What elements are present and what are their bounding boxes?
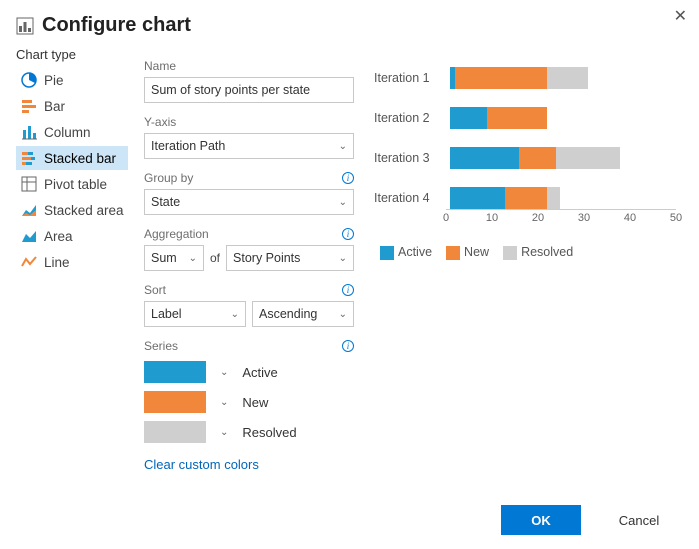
legend-swatch: [380, 246, 394, 260]
bar-category-label: Iteration 2: [374, 111, 440, 125]
chart-type-label: Pie: [44, 73, 64, 88]
series-label: Series i: [144, 339, 354, 353]
chevron-down-icon[interactable]: ⌄: [220, 427, 228, 438]
chevron-down-icon: ⌄: [339, 253, 347, 264]
chart-type-label: Stacked bar: [44, 151, 116, 166]
series-color-swatch[interactable]: [144, 361, 206, 383]
info-icon[interactable]: i: [342, 284, 354, 296]
chart-type-label: Area: [44, 229, 73, 244]
series-name: New: [242, 395, 268, 410]
chevron-down-icon: ⌄: [339, 309, 347, 320]
bar-track: [450, 147, 680, 169]
chart-preview: Iteration 1 Iteration 2 Iteration 3 Iterati…: [370, 47, 683, 472]
axis-tick: 20: [532, 212, 544, 224]
bar-row: Iteration 2: [374, 107, 683, 129]
chart-type-label: Pivot table: [44, 177, 107, 192]
chevron-down-icon: ⌄: [339, 141, 347, 152]
legend-swatch: [503, 246, 517, 260]
chart-type-stacked-bar[interactable]: Stacked bar: [16, 146, 128, 170]
clear-custom-colors-link[interactable]: Clear custom colors: [144, 457, 259, 472]
legend-item: Active: [380, 245, 432, 260]
bar-segment: [450, 147, 519, 169]
bar-category-label: Iteration 4: [374, 191, 440, 205]
cancel-button[interactable]: Cancel: [599, 505, 679, 535]
bar-segment: [547, 187, 561, 209]
close-icon[interactable]: ✕: [674, 6, 687, 26]
bar-row: Iteration 4: [374, 187, 683, 209]
info-icon[interactable]: i: [342, 340, 354, 352]
info-icon[interactable]: i: [342, 228, 354, 240]
chart-type-panel: Chart type Pie Bar Column Stacked bar Pivot …: [16, 47, 128, 472]
yaxis-select[interactable]: Iteration Path ⌄: [144, 133, 354, 159]
legend-item: New: [446, 245, 489, 260]
axis-tick: 10: [486, 212, 498, 224]
ok-button[interactable]: OK: [501, 505, 581, 535]
series-row: ⌄ Resolved: [144, 421, 354, 443]
bar-segment: [487, 107, 547, 129]
chart-header-icon: [16, 17, 34, 35]
bar-segment: [450, 107, 487, 129]
chart-type-pivot-table[interactable]: Pivot table: [16, 172, 128, 196]
axis-tick: 50: [670, 212, 682, 224]
config-form: Name Y-axis Iteration Path ⌄ Group by i …: [144, 47, 354, 472]
sort-field-select[interactable]: Label ⌄: [144, 301, 246, 327]
bar-segment: [455, 67, 547, 89]
series-row: ⌄ New: [144, 391, 354, 413]
name-label: Name: [144, 59, 354, 73]
bar-segment: [547, 67, 588, 89]
bar-segment: [450, 187, 505, 209]
chart-type-label: Bar: [44, 99, 65, 114]
aggregation-field-select[interactable]: Story Points ⌄: [226, 245, 354, 271]
chart-type-area[interactable]: Area: [16, 224, 128, 248]
yaxis-label: Y-axis: [144, 115, 354, 129]
chevron-down-icon[interactable]: ⌄: [220, 397, 228, 408]
bar-category-label: Iteration 3: [374, 151, 440, 165]
name-input[interactable]: [144, 77, 354, 103]
series-name: Resolved: [242, 425, 296, 440]
bar-row: Iteration 3: [374, 147, 683, 169]
bar-row: Iteration 1: [374, 67, 683, 89]
chart-type-stacked-area[interactable]: Stacked area: [16, 198, 128, 222]
bar-category-label: Iteration 1: [374, 71, 440, 85]
sort-label: Sort i: [144, 283, 354, 297]
group-by-label: Group by i: [144, 171, 354, 185]
chart-type-bar[interactable]: Bar: [16, 94, 128, 118]
chart-type-label: Stacked area: [44, 203, 124, 218]
dialog-header: Configure chart: [0, 0, 699, 47]
series-color-swatch[interactable]: [144, 421, 206, 443]
chart-type-label: Line: [44, 255, 70, 270]
aggregation-func-select[interactable]: Sum ⌄: [144, 245, 204, 271]
chevron-down-icon: ⌄: [231, 309, 239, 320]
chevron-down-icon[interactable]: ⌄: [220, 367, 228, 378]
legend-swatch: [446, 246, 460, 260]
bar-segment: [505, 187, 546, 209]
chevron-down-icon: ⌄: [189, 253, 197, 264]
dialog-footer: OK Cancel: [501, 505, 679, 535]
sort-dir-select[interactable]: Ascending ⌄: [252, 301, 354, 327]
bar-segment: [519, 147, 556, 169]
of-label: of: [210, 251, 220, 265]
series-row: ⌄ Active: [144, 361, 354, 383]
chart-type-label: Column: [44, 125, 91, 140]
series-color-swatch[interactable]: [144, 391, 206, 413]
bar-track: [450, 187, 680, 209]
aggregation-label: Aggregation i: [144, 227, 354, 241]
dialog-title: Configure chart: [42, 14, 191, 37]
axis-tick: 0: [443, 212, 449, 224]
chart-type-label: Chart type: [16, 47, 128, 62]
axis-tick: 40: [624, 212, 636, 224]
axis-tick: 30: [578, 212, 590, 224]
legend-item: Resolved: [503, 245, 573, 260]
info-icon[interactable]: i: [342, 172, 354, 184]
chart-type-pie[interactable]: Pie: [16, 68, 128, 92]
bar-track: [450, 67, 680, 89]
chart-type-line[interactable]: Line: [16, 250, 128, 274]
bar-track: [450, 107, 680, 129]
chart-type-column[interactable]: Column: [16, 120, 128, 144]
group-by-select[interactable]: State ⌄: [144, 189, 354, 215]
series-name: Active: [242, 365, 277, 380]
chevron-down-icon: ⌄: [339, 197, 347, 208]
bar-segment: [556, 147, 620, 169]
